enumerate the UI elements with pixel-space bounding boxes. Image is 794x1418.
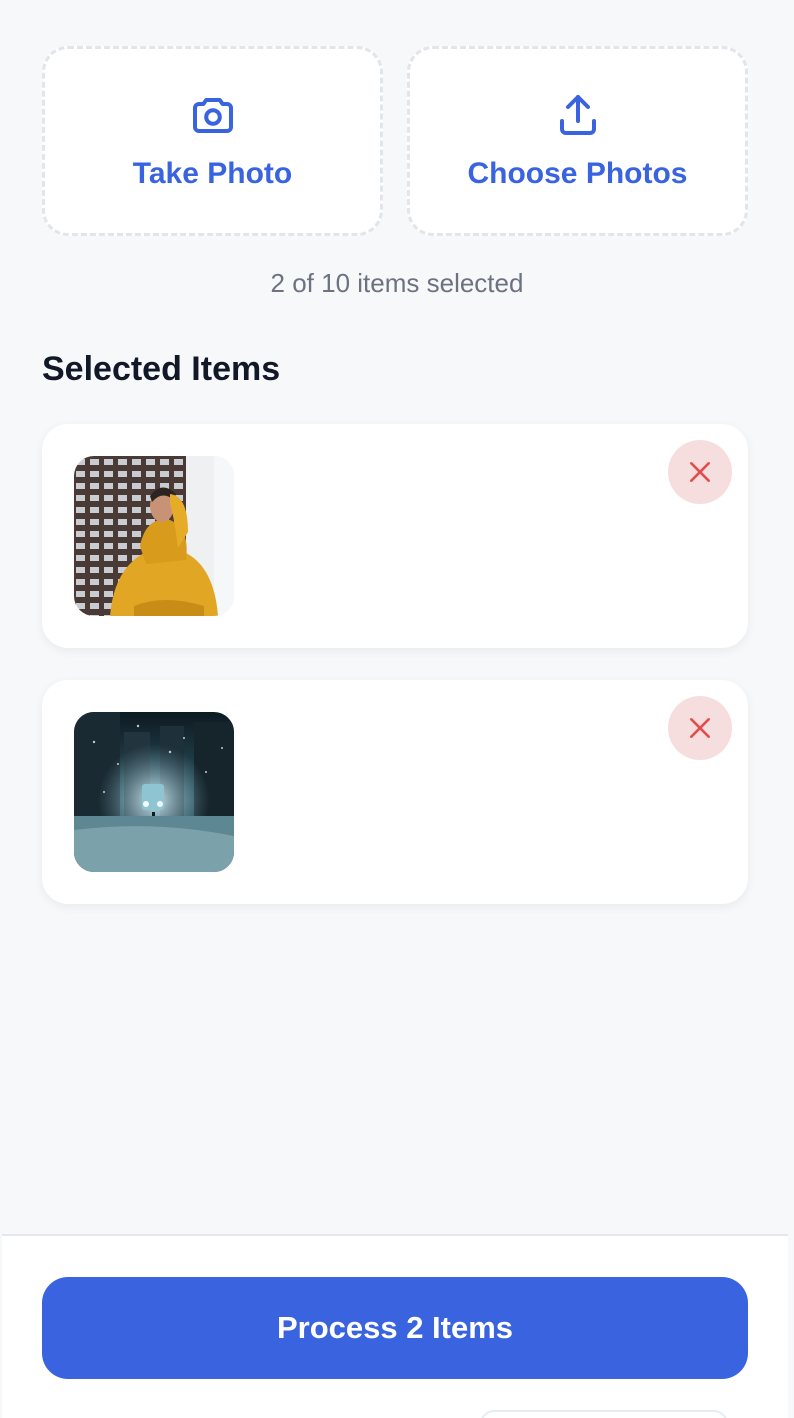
list-item [42, 424, 748, 648]
selection-count: 2 of 10 items selected [270, 268, 524, 298]
close-icon [690, 462, 710, 482]
take-photo-button[interactable]: Take Photo [42, 46, 383, 236]
photo-selection-screen: Take Photo Choose Photos 2 of 10 items s… [0, 0, 794, 1418]
list-item [42, 680, 748, 904]
remove-item-button[interactable] [668, 440, 732, 504]
photo-person-yellow-hoodie [74, 456, 234, 616]
choose-photos-label: Choose Photos [467, 157, 688, 190]
thumbnail-image [74, 456, 234, 616]
action-footer: Process 2 Items [2, 1234, 788, 1418]
close-icon [690, 718, 710, 738]
choose-photos-button[interactable]: Choose Photos [407, 46, 748, 236]
upload-icon [559, 95, 596, 135]
photo-snowy-street-night [74, 712, 234, 872]
secondary-element-partial [480, 1410, 728, 1418]
selected-items-list [42, 424, 748, 936]
photo-source-pickers: Take Photo Choose Photos [42, 46, 748, 236]
take-photo-label: Take Photo [132, 157, 293, 190]
process-items-button[interactable]: Process 2 Items [42, 1277, 748, 1379]
thumbnail-image [74, 712, 234, 872]
section-title: Selected Items [42, 350, 281, 388]
remove-item-button[interactable] [668, 696, 732, 760]
camera-icon [192, 98, 233, 133]
